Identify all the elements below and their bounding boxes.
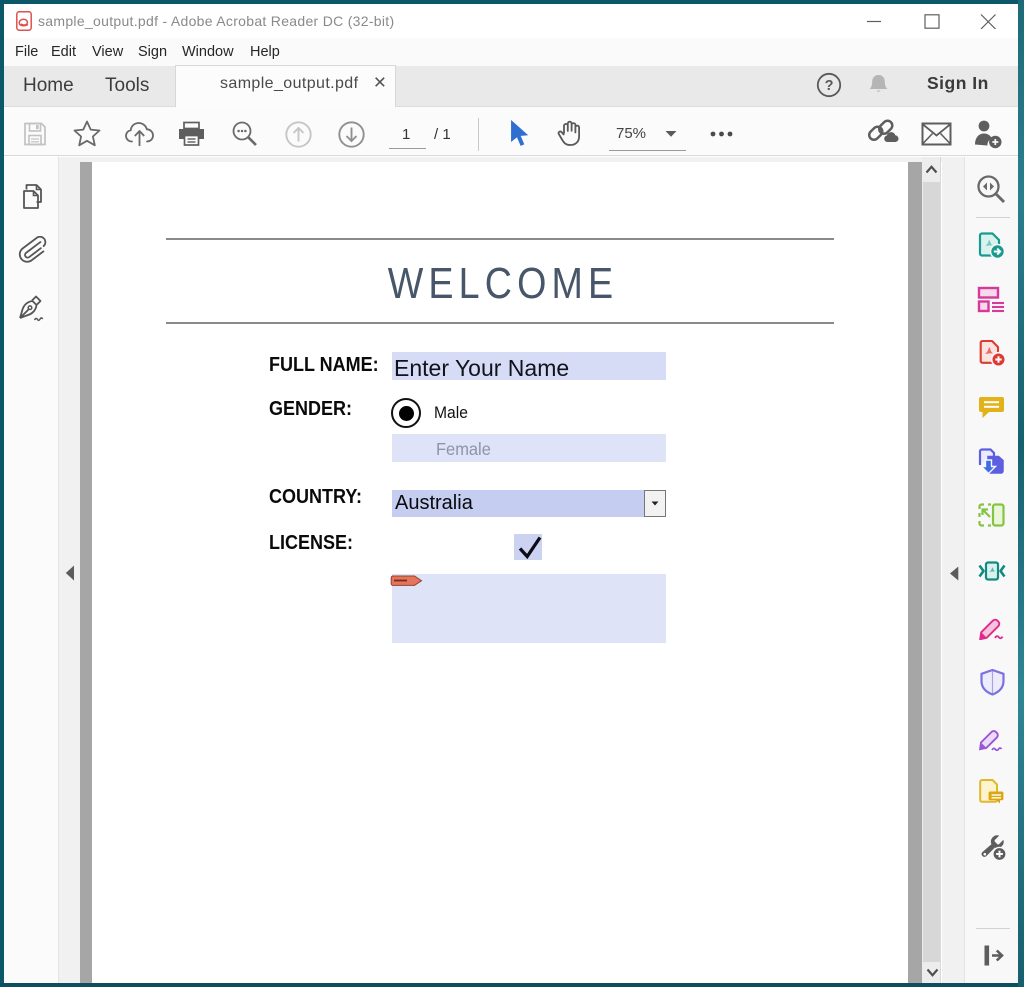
svg-text:?: ? [825,78,834,94]
